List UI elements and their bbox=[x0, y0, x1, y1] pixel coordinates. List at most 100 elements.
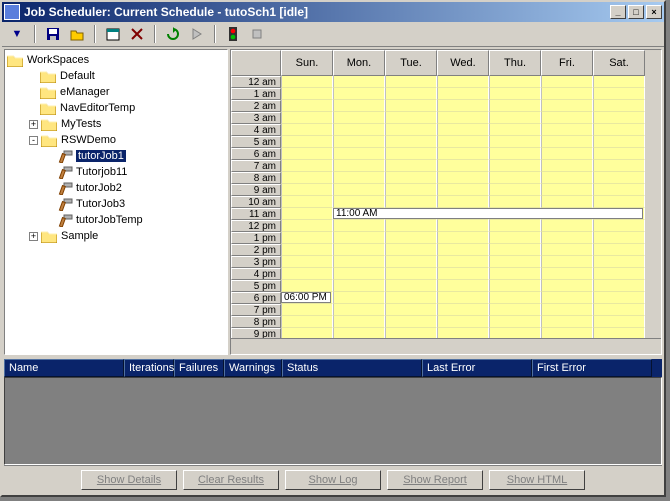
schedule-cell[interactable] bbox=[385, 160, 437, 172]
workspace-tree[interactable]: WorkSpaces Default eManager NavEditorTem… bbox=[4, 49, 228, 355]
schedule-cell[interactable] bbox=[281, 232, 333, 244]
schedule-event[interactable]: 06:00 PM bbox=[281, 292, 331, 303]
results-column-header[interactable]: Name bbox=[4, 359, 124, 377]
schedule-cell[interactable] bbox=[541, 184, 593, 196]
schedule-cell[interactable] bbox=[437, 124, 489, 136]
schedule-cell[interactable] bbox=[437, 304, 489, 316]
schedule-cell[interactable] bbox=[437, 280, 489, 292]
day-header[interactable]: Mon. bbox=[333, 50, 385, 76]
traffic-light-button[interactable] bbox=[222, 24, 244, 44]
schedule-cell[interactable] bbox=[593, 292, 645, 304]
schedule-cell[interactable] bbox=[437, 100, 489, 112]
maximize-button[interactable]: □ bbox=[628, 5, 644, 19]
schedule-cell[interactable] bbox=[385, 244, 437, 256]
schedule-cell[interactable] bbox=[541, 148, 593, 160]
tree-item[interactable]: + MyTests bbox=[5, 116, 227, 132]
schedule-cell[interactable] bbox=[437, 220, 489, 232]
minimize-button[interactable]: _ bbox=[610, 5, 626, 19]
schedule-cell[interactable] bbox=[281, 196, 333, 208]
schedule-cell[interactable] bbox=[333, 124, 385, 136]
schedule-cell[interactable] bbox=[489, 124, 541, 136]
schedule-cell[interactable] bbox=[489, 232, 541, 244]
schedule-cell[interactable] bbox=[593, 88, 645, 100]
schedule-cell[interactable] bbox=[541, 328, 593, 338]
clear-results-button[interactable]: Clear Results bbox=[183, 470, 279, 490]
schedule-cell[interactable] bbox=[437, 148, 489, 160]
schedule-event[interactable]: 11:00 AM bbox=[333, 208, 643, 219]
schedule-cell[interactable] bbox=[333, 184, 385, 196]
schedule-cell[interactable] bbox=[437, 256, 489, 268]
schedule-cell[interactable] bbox=[541, 76, 593, 88]
tree-item[interactable]: tutorJob2 bbox=[5, 180, 227, 196]
schedule-cell[interactable] bbox=[489, 292, 541, 304]
schedule-cell[interactable] bbox=[593, 316, 645, 328]
schedule-cell[interactable] bbox=[333, 88, 385, 100]
schedule-cell[interactable] bbox=[541, 136, 593, 148]
schedule-cell[interactable] bbox=[281, 76, 333, 88]
schedule-cell[interactable] bbox=[593, 172, 645, 184]
schedule-cell[interactable] bbox=[281, 172, 333, 184]
schedule-cell[interactable] bbox=[385, 280, 437, 292]
show-html-button[interactable]: Show HTML bbox=[489, 470, 585, 490]
schedule-cell[interactable] bbox=[281, 220, 333, 232]
schedule-cell[interactable] bbox=[489, 184, 541, 196]
schedule-cell[interactable] bbox=[593, 304, 645, 316]
day-header[interactable]: Tue. bbox=[385, 50, 437, 76]
schedule-cell[interactable] bbox=[385, 148, 437, 160]
schedule-cell[interactable] bbox=[593, 244, 645, 256]
results-header[interactable]: NameIterationsFailuresWarningsStatusLast… bbox=[4, 359, 662, 377]
schedule-cell[interactable] bbox=[437, 232, 489, 244]
tree-item[interactable]: tutorJob1 bbox=[5, 148, 227, 164]
schedule-cell[interactable] bbox=[437, 292, 489, 304]
schedule-cell[interactable] bbox=[281, 88, 333, 100]
schedule-cell[interactable] bbox=[437, 268, 489, 280]
schedule-cell[interactable] bbox=[437, 196, 489, 208]
schedule-cell[interactable] bbox=[281, 136, 333, 148]
schedule-cell[interactable] bbox=[593, 148, 645, 160]
results-column-header[interactable]: Status bbox=[282, 359, 422, 377]
schedule-cell[interactable] bbox=[437, 244, 489, 256]
calendar-button[interactable] bbox=[102, 24, 124, 44]
tree-expander[interactable]: - bbox=[29, 136, 38, 145]
schedule-cell[interactable] bbox=[541, 220, 593, 232]
schedule-cell[interactable] bbox=[333, 232, 385, 244]
horizontal-scrollbar[interactable] bbox=[231, 338, 661, 354]
schedule-cell[interactable] bbox=[437, 316, 489, 328]
schedule-cell[interactable] bbox=[593, 268, 645, 280]
schedule-cell[interactable] bbox=[333, 280, 385, 292]
schedule-cell[interactable] bbox=[385, 124, 437, 136]
schedule-cell[interactable] bbox=[333, 76, 385, 88]
schedule-cell[interactable] bbox=[541, 160, 593, 172]
schedule-cell[interactable] bbox=[385, 304, 437, 316]
tree-item[interactable]: - RSWDemo bbox=[5, 132, 227, 148]
event-handle[interactable] bbox=[281, 292, 282, 301]
schedule-cell[interactable] bbox=[385, 256, 437, 268]
schedule-cell[interactable] bbox=[593, 136, 645, 148]
schedule-cell[interactable] bbox=[333, 136, 385, 148]
results-column-header[interactable]: First Error bbox=[532, 359, 652, 377]
schedule-cell[interactable] bbox=[281, 112, 333, 124]
schedule-cell[interactable] bbox=[541, 244, 593, 256]
schedule-cell[interactable] bbox=[489, 148, 541, 160]
vertical-scrollbar[interactable] bbox=[645, 50, 661, 338]
schedule-cell[interactable] bbox=[541, 280, 593, 292]
schedule-cell[interactable] bbox=[437, 172, 489, 184]
schedule-cell[interactable] bbox=[541, 304, 593, 316]
tree-item[interactable]: eManager bbox=[5, 84, 227, 100]
schedule-cell[interactable] bbox=[385, 76, 437, 88]
stop-button[interactable] bbox=[246, 24, 268, 44]
schedule-cell[interactable] bbox=[333, 220, 385, 232]
schedule-cell[interactable] bbox=[593, 112, 645, 124]
event-handle[interactable] bbox=[333, 208, 334, 217]
schedule-cell[interactable] bbox=[333, 304, 385, 316]
day-header[interactable]: Thu. bbox=[489, 50, 541, 76]
schedule-cell[interactable] bbox=[437, 88, 489, 100]
schedule-cell[interactable] bbox=[541, 232, 593, 244]
schedule-cell[interactable] bbox=[333, 316, 385, 328]
schedule-cell[interactable] bbox=[593, 124, 645, 136]
schedule-pane[interactable]: Sun.Mon.Tue.Wed.Thu.Fri.Sat.12 am1 am2 a… bbox=[230, 49, 662, 355]
schedule-cell[interactable] bbox=[437, 160, 489, 172]
schedule-cell[interactable] bbox=[437, 184, 489, 196]
schedule-cell[interactable] bbox=[489, 76, 541, 88]
schedule-cell[interactable] bbox=[437, 112, 489, 124]
